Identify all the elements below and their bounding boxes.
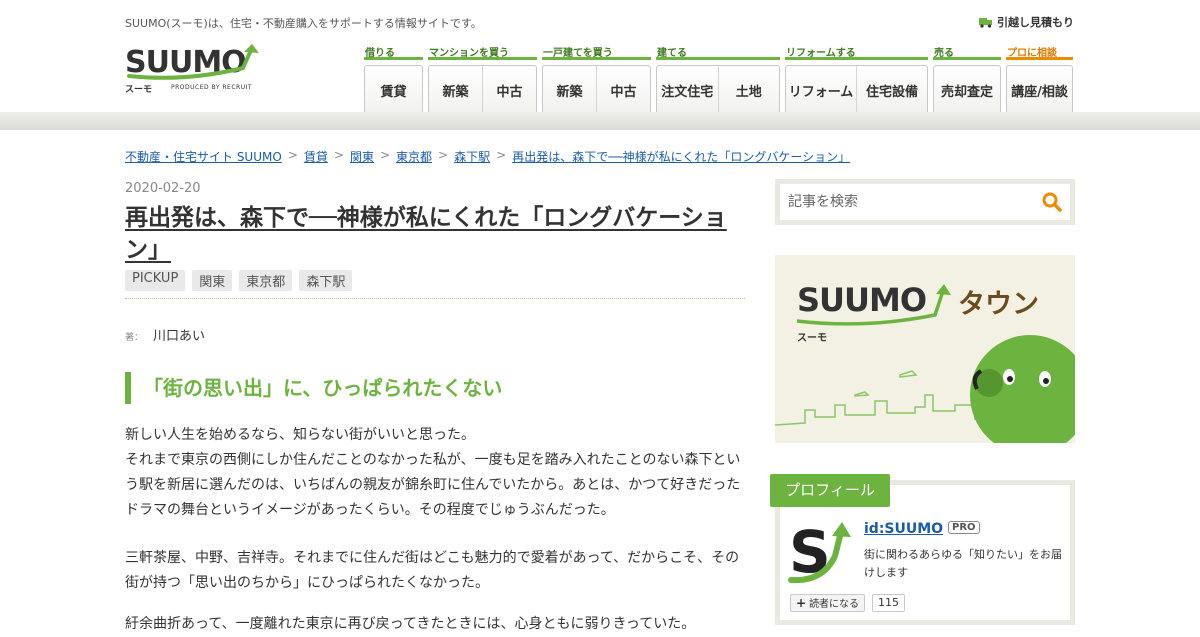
search-box — [780, 184, 1070, 220]
breadcrumb-link[interactable]: 賃貸 — [304, 148, 328, 165]
section-heading: 「街の思い出」に、ひっぱられたくない — [125, 372, 502, 404]
nav-item-sell-appraisal[interactable]: 売却査定 — [934, 66, 1000, 114]
paragraph-line: 新しい人生を始めるなら、知らない街がいいと思った。 — [125, 427, 475, 443]
tag-chip[interactable]: PICKUP — [125, 270, 186, 291]
breadcrumb-current[interactable]: 再出発は、森下で──神様が私にくれた「ロングバケーション」 — [512, 148, 850, 165]
logo-katakana: スーモ — [125, 85, 153, 95]
article-tags: PICKUP 関東 東京都 森下駅 — [125, 270, 353, 291]
site-tagline: SUUMO(スーモ)は、住宅・不動産購入をサポートする情報サイトです。 — [125, 17, 482, 30]
search-icon[interactable] — [1042, 192, 1062, 212]
breadcrumb-link[interactable]: 関東 — [350, 148, 374, 165]
breadcrumb: 不動産・住宅サイト SUUMO > 賃貸 > 関東 > 東京都 > 森下駅 > 再出発は、… — [125, 148, 851, 165]
breadcrumb-link[interactable]: 不動産・住宅サイト SUUMO — [125, 148, 282, 165]
nav-group-label: リフォームする — [785, 44, 928, 60]
moving-estimate-label: 引越し見積もり — [997, 16, 1074, 29]
suumo-logo[interactable]: SUUMO スーモ PRODUCED BY RECRUIT — [125, 42, 265, 95]
article-author: 著： 川口あい — [125, 325, 205, 344]
nav-group-label: マンションを買う — [428, 44, 537, 60]
nav-group-house: 一戸建てを買う 新築 中古 — [542, 44, 651, 115]
nav-item-custom-house[interactable]: 注文住宅 — [657, 66, 718, 114]
paragraph: 三軒茶屋、中野、吉祥寺。それまでに住んだ街はどこも魅力的で愛着があって、だからこ… — [125, 550, 740, 591]
plus-icon: + — [796, 596, 807, 610]
paragraph-line: それまで東京の西側にしか住んだことのなかった私が、一度も足を踏み入れたことのない… — [125, 452, 741, 518]
pro-badge: PRO — [948, 521, 980, 534]
author-label: 著： — [125, 333, 144, 343]
nav-group-reform: リフォームする リフォーム 住宅設備 — [785, 44, 928, 115]
nav-group-label: 借りる — [364, 44, 423, 60]
moving-estimate-link[interactable]: 引越し見積もり — [979, 14, 1074, 30]
search-input[interactable] — [780, 184, 1030, 220]
suumo-logo-mark: SUUMO — [125, 44, 259, 80]
site-header: SUUMO(スーモ)は、住宅・不動産購入をサポートする情報サイトです。 引越し見… — [0, 0, 1200, 115]
banner-illustration — [775, 284, 1075, 443]
nav-item-house-used[interactable]: 中古 — [596, 66, 650, 114]
breadcrumb-link[interactable]: 森下駅 — [454, 148, 490, 165]
subscriber-count: 115 — [872, 594, 905, 612]
paragraph: 新しい人生を始めるなら、知らない街がいいと思った。 それまで東京の西側にしか住ん… — [125, 423, 745, 523]
nav-item-mansion-used[interactable]: 中古 — [482, 66, 536, 114]
nav-group-label: プロに相談 — [1006, 44, 1073, 60]
breadcrumb-link[interactable]: 東京都 — [396, 148, 432, 165]
author-name: 川口あい — [153, 329, 206, 344]
nav-group-rent: 借りる 賃貸 — [364, 44, 423, 115]
nav-group-label: 売る — [933, 44, 1001, 60]
subscribe-button[interactable]: + 読者になる — [790, 594, 866, 612]
profile-id-link[interactable]: id:SUUMO — [864, 521, 943, 537]
tag-chip[interactable]: 関東 — [192, 270, 233, 291]
nav-item-equipment[interactable]: 住宅設備 — [856, 66, 927, 114]
nav-group-consult: プロに相談 講座/相談 — [1006, 44, 1073, 115]
nav-item-seminar[interactable]: 講座/相談 — [1007, 66, 1072, 114]
profile-tab: プロフィール — [770, 474, 890, 507]
subscribe-label: 読者になる — [809, 599, 860, 610]
header-band — [0, 112, 1200, 130]
nav-item-land[interactable]: 土地 — [717, 66, 780, 114]
logo-wordmark: SUUMO — [125, 45, 246, 80]
logo-produced-by: PRODUCED BY RECRUIT — [171, 84, 253, 91]
profile-description: 街に関わるあらゆる「知りたい」をお届けします — [864, 548, 1062, 579]
nav-item-house-new[interactable]: 新築 — [543, 66, 596, 114]
truck-icon — [979, 17, 992, 28]
article-title[interactable]: 再出発は、森下で──神様が私にくれた「ロングバケーション」 — [125, 202, 735, 266]
nav-group-label: 建てる — [656, 44, 780, 60]
nav-group-sell: 売る 売却査定 — [933, 44, 1001, 115]
nav-item-mansion-new[interactable]: 新築 — [429, 66, 482, 114]
paragraph: 紆余曲折あって、一度離れた東京に再び戻ってきたときには、心身ともに弱りきっていた… — [125, 616, 696, 632]
divider — [125, 298, 745, 299]
tag-chip[interactable]: 東京都 — [239, 270, 293, 291]
article-date: 2020-02-20 — [125, 181, 201, 196]
nav-item-reform[interactable]: リフォーム — [786, 66, 856, 114]
profile-avatar[interactable]: S — [787, 520, 855, 585]
nav-group-label: 一戸建てを買う — [542, 44, 651, 60]
article-search — [775, 179, 1075, 225]
suumo-town-banner[interactable]: SUUMO タウン スーモ — [775, 255, 1075, 443]
nav-group-build: 建てる 注文住宅 土地 — [656, 44, 780, 115]
tag-chip[interactable]: 森下駅 — [299, 270, 353, 291]
nav-item-rent[interactable]: 賃貸 — [365, 66, 422, 114]
nav-group-mansion: マンションを買う 新築 中古 — [428, 44, 537, 115]
